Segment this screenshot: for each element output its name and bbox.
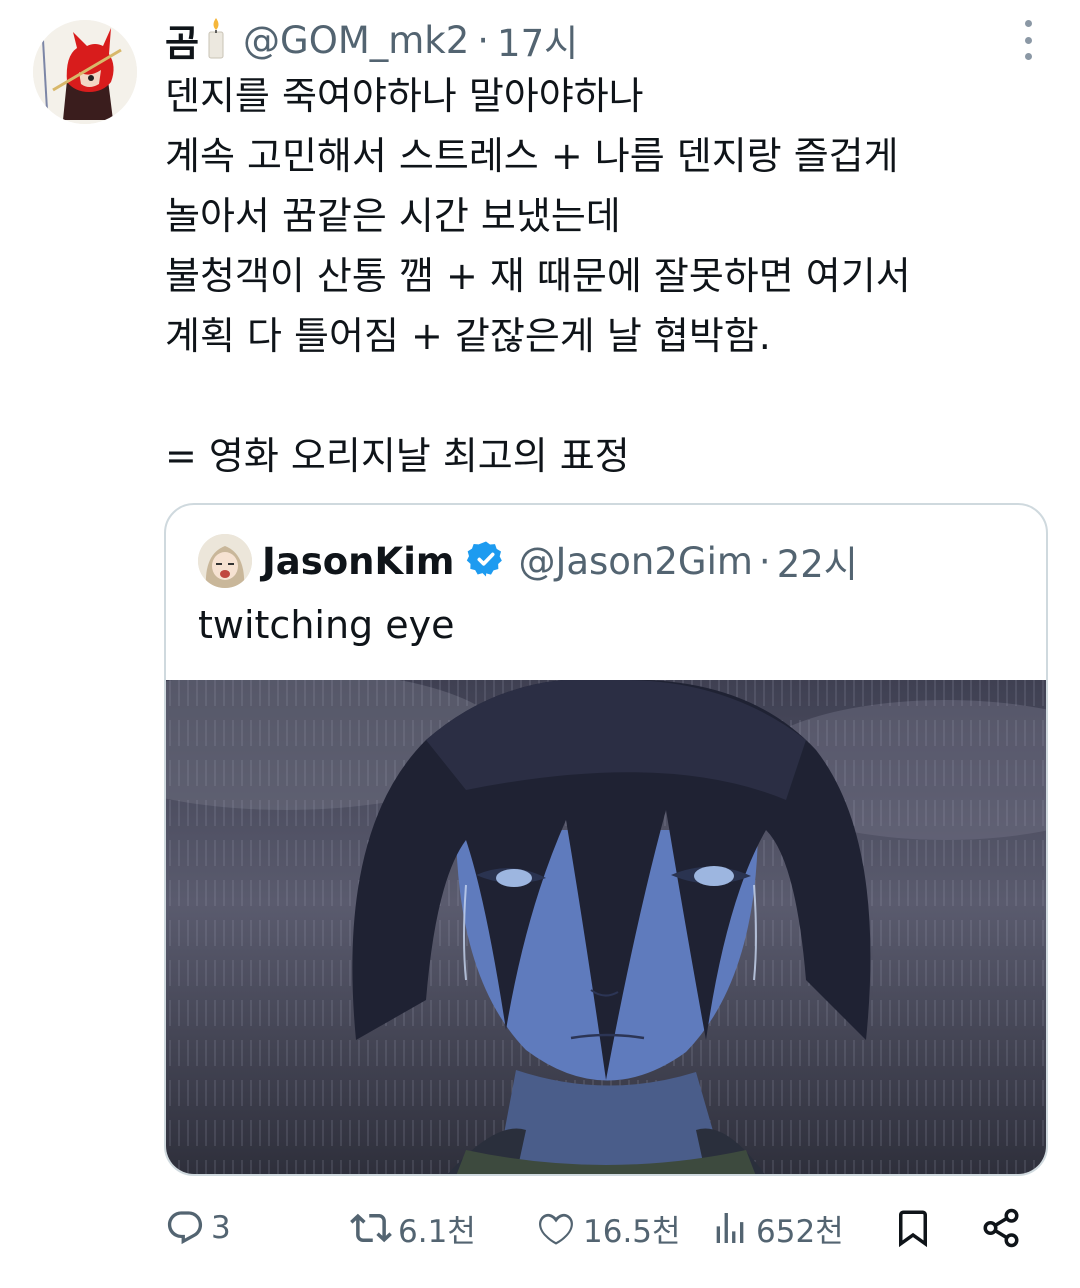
- retweet-icon: [350, 1207, 392, 1249]
- tweet-text-line: 불청객이 산통 깸 + 재 때문에 잘못하면 여기서: [165, 254, 911, 298]
- like-count: 16.5천: [583, 1213, 681, 1250]
- retweet-button[interactable]: 6.1천: [350, 1196, 476, 1260]
- quoted-tweet-header: JasonKim @Jason2Gim · 22시: [198, 533, 858, 589]
- bookmark-icon: [892, 1207, 934, 1249]
- quoted-tweet-text: twitching eye: [198, 603, 455, 647]
- share-icon: [980, 1207, 1022, 1249]
- bookmark-button[interactable]: [892, 1196, 934, 1260]
- views-icon: [710, 1208, 750, 1248]
- share-button[interactable]: [980, 1196, 1022, 1260]
- like-button[interactable]: 16.5천: [535, 1196, 681, 1260]
- tweet-text-line: = 영화 오리지날 최고의 표정: [165, 434, 630, 478]
- verified-badge-icon: [466, 539, 506, 583]
- reply-count: 3: [211, 1210, 231, 1246]
- quoted-tweet-card[interactable]: JasonKim @Jason2Gim · 22시 twitching eye: [164, 503, 1048, 1176]
- author-avatar[interactable]: [33, 20, 137, 124]
- author-handle[interactable]: @GOM_mk2: [243, 19, 469, 62]
- tweet-text-line: 계획 다 틀어짐 + 같잖은게 날 협박함.: [165, 314, 771, 358]
- tweet-text-line: 놀아서 꿈같은 시간 보냈는데: [165, 194, 621, 238]
- author-name[interactable]: 곰: [165, 13, 199, 67]
- header-separator: ·: [477, 18, 490, 62]
- candle-icon: [205, 16, 227, 64]
- quoted-tweet-image[interactable]: [166, 680, 1046, 1174]
- quoted-author-handle[interactable]: @Jason2Gim: [518, 540, 752, 583]
- quoted-author-name[interactable]: JasonKim: [262, 540, 454, 583]
- tweet-text-line: 덴지를 죽여야하나 말아야하나: [165, 74, 644, 118]
- tweet-action-bar: 3 6.1천 16.5천 652천: [165, 1196, 1045, 1260]
- more-icon[interactable]: [1016, 20, 1040, 60]
- tweet-header: 곰 @GOM_mk2 · 17시: [165, 14, 578, 66]
- reply-button[interactable]: 3: [165, 1196, 231, 1260]
- reply-icon: [165, 1208, 205, 1248]
- tweet-timestamp[interactable]: 17시: [497, 13, 578, 67]
- retweet-count: 6.1천: [398, 1213, 476, 1250]
- quoted-author-avatar: [198, 534, 252, 588]
- views-button[interactable]: 652천: [710, 1196, 844, 1260]
- tweet-text: 덴지를 죽여야하나 말아야하나 계속 고민해서 스트레스 + 나름 덴지랑 즐겁…: [165, 66, 1045, 486]
- like-icon: [535, 1207, 577, 1249]
- quoted-tweet-timestamp[interactable]: 22시: [777, 534, 858, 588]
- tweet-text-line: [165, 366, 1045, 426]
- view-count: 652천: [756, 1213, 844, 1250]
- tweet-text-line: 계속 고민해서 스트레스 + 나름 덴지랑 즐겁게: [165, 134, 899, 178]
- quoted-header-separator: ·: [758, 539, 771, 583]
